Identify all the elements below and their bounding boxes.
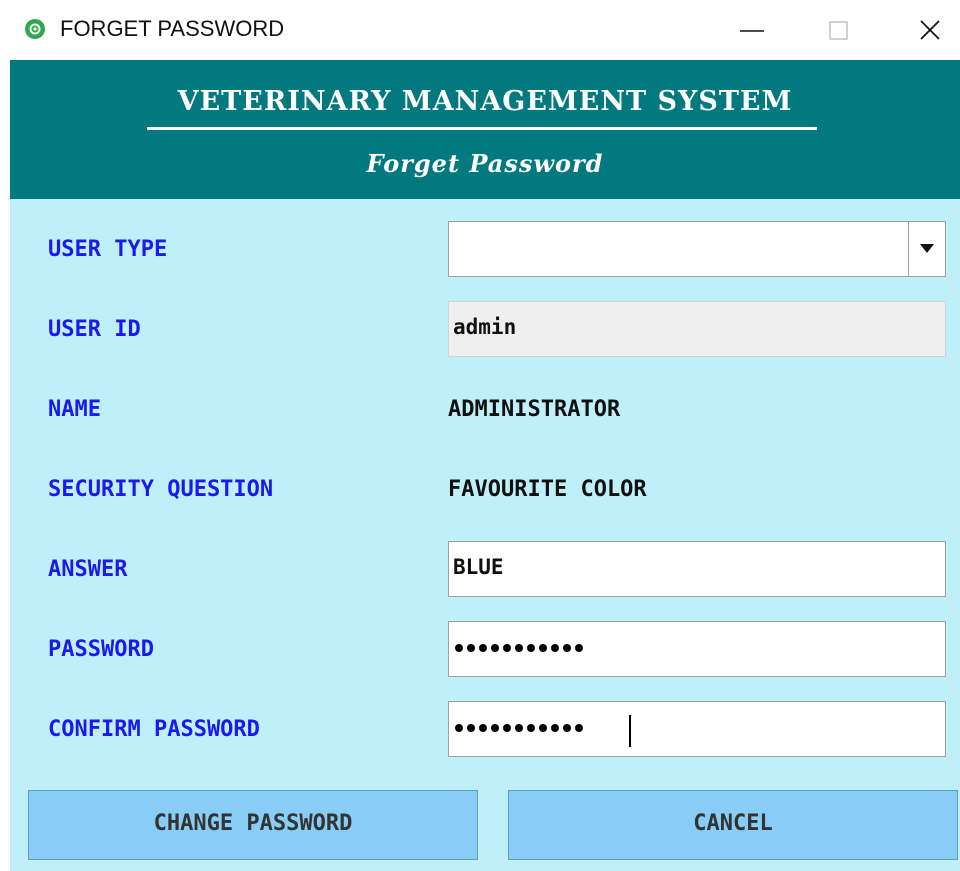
forget-password-form: USER TYPE USER ID admin NAME ADMINISTRAT…: [10, 199, 960, 871]
password-dot: [491, 644, 499, 652]
answer-value: BLUE: [453, 555, 504, 579]
window-title: FORGET PASSWORD: [60, 16, 285, 41]
password-dot: [539, 724, 547, 732]
name-value: ADMINISTRATOR: [448, 397, 621, 422]
maximize-icon: [829, 21, 848, 40]
password-dot: [527, 724, 535, 732]
user-type-select[interactable]: [448, 221, 946, 277]
user-type-dropdown-button[interactable]: [908, 222, 945, 276]
password-dot: [515, 644, 523, 652]
text-caret: [629, 715, 631, 747]
close-button[interactable]: [910, 10, 950, 50]
minimize-button[interactable]: [732, 10, 772, 50]
password-mask: [455, 644, 583, 652]
password-dot: [539, 644, 547, 652]
password-dot: [551, 724, 559, 732]
password-dot: [467, 724, 475, 732]
security-question-label: SECURITY QUESTION: [48, 477, 274, 502]
confirm-password-label: CONFIRM PASSWORD: [48, 717, 260, 742]
forget-password-window: FORGET PASSWORD VETERINARY MANAGEMENT SY…: [0, 0, 960, 871]
password-label: PASSWORD: [48, 637, 154, 662]
password-input[interactable]: [448, 621, 946, 677]
user-id-label: USER ID: [48, 317, 141, 342]
maximize-button[interactable]: [818, 10, 858, 50]
password-dot: [479, 644, 487, 652]
password-dot: [575, 644, 583, 652]
user-type-label: USER TYPE: [48, 237, 168, 262]
answer-label: ANSWER: [48, 557, 128, 582]
password-dot: [503, 644, 511, 652]
user-id-field[interactable]: admin: [448, 301, 946, 357]
close-icon: [920, 20, 940, 40]
header-banner: VETERINARY MANAGEMENT SYSTEM Forget Pass…: [10, 60, 960, 199]
title-bar[interactable]: FORGET PASSWORD: [0, 0, 960, 60]
app-logo-icon: [24, 18, 46, 40]
title-underline: [147, 127, 817, 130]
password-dot: [491, 724, 499, 732]
system-title: VETERINARY MANAGEMENT SYSTEM: [177, 86, 793, 117]
password-dot: [527, 644, 535, 652]
password-dot: [479, 724, 487, 732]
password-dot: [467, 644, 475, 652]
password-dot: [515, 724, 523, 732]
page-subtitle: Forget Password: [366, 149, 604, 178]
cancel-button[interactable]: CANCEL: [508, 790, 958, 860]
name-label: NAME: [48, 397, 101, 422]
user-id-value: admin: [453, 315, 517, 339]
security-question-value: FAVOURITE COLOR: [448, 477, 647, 502]
password-dot: [455, 644, 463, 652]
confirm-password-mask: [455, 724, 583, 732]
answer-input[interactable]: BLUE: [448, 541, 946, 597]
minimize-icon: [740, 30, 764, 32]
password-dot: [551, 644, 559, 652]
password-dot: [563, 644, 571, 652]
chevron-down-icon: [920, 244, 934, 253]
password-dot: [455, 724, 463, 732]
password-dot: [503, 724, 511, 732]
confirm-password-input[interactable]: [448, 701, 946, 757]
change-password-button[interactable]: CHANGE PASSWORD: [28, 790, 478, 860]
password-dot: [563, 724, 571, 732]
password-dot: [575, 724, 583, 732]
